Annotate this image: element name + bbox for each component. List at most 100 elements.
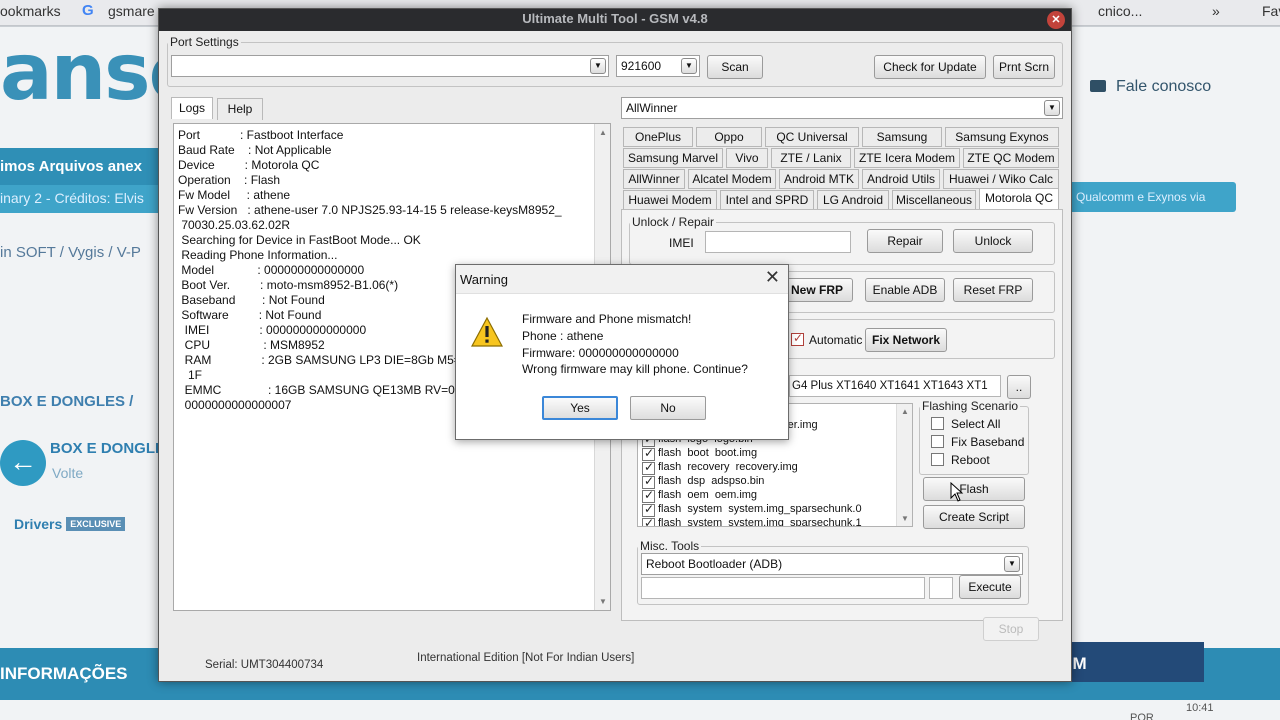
edition-status: International Edition [Not For Indian Us… [417, 652, 635, 664]
tab-huawei-modem[interactable]: Huawei Modem [623, 190, 717, 210]
log-line: EMMC : 16GB SAMSUNG QE13MB RV=08 F [178, 383, 473, 397]
tab-miscellaneous[interactable]: Miscellaneous [892, 190, 976, 210]
tab-alcatel-modem[interactable]: Alcatel Modem [688, 169, 776, 189]
bookmark-favorites[interactable]: Fav [1262, 3, 1280, 19]
print-screen-button[interactable]: Prnt Scrn [993, 55, 1055, 79]
tab-android-mtk[interactable]: Android MTK [779, 169, 859, 189]
window-close-button[interactable]: ✕ [1047, 11, 1065, 29]
check-update-button[interactable]: Check for Update [874, 55, 986, 79]
tab-zte-lanix[interactable]: ZTE / Lanix [771, 148, 851, 168]
tab-samsung[interactable]: Samsung [862, 127, 942, 147]
scan-button[interactable]: Scan [707, 55, 763, 79]
new-frp-button[interactable]: New FRP [781, 278, 853, 302]
flash-list-scrollbar[interactable]: ▲ ▼ [896, 404, 912, 526]
dialog-message-line: Phone : athene [522, 329, 604, 343]
automatic-checkbox[interactable] [791, 331, 804, 346]
tab-intel-sprd[interactable]: Intel and SPRD [720, 190, 814, 210]
imei-input[interactable] [705, 231, 851, 253]
bookmarks-overflow-icon[interactable]: » [1212, 3, 1220, 19]
tab-samsung-exynos[interactable]: Samsung Exynos [945, 127, 1059, 147]
news-ticker-right[interactable]: Qualcomm e Exynos via [1066, 182, 1236, 212]
box-dongles-menu[interactable]: BOX E DONGLES / [0, 393, 133, 410]
repair-button[interactable]: Repair [867, 229, 943, 253]
tab-help[interactable]: Help [217, 98, 263, 120]
fix-baseband-label: Fix Baseband [951, 435, 1025, 449]
scroll-up-icon[interactable]: ▲ [901, 407, 909, 416]
yes-button[interactable]: Yes [542, 396, 618, 420]
tab-huawei-wiko-calc[interactable]: Huawei / Wiko Calc [943, 169, 1059, 189]
tab-lg-android[interactable]: LG Android [817, 190, 889, 210]
flash-item: flash system system.img_sparsechunk.1 [658, 517, 862, 527]
execute-button[interactable]: Execute [959, 575, 1021, 599]
section-title: BOX E DONGLES [50, 440, 176, 457]
misc-selected-value: Reboot Bootloader (ADB) [646, 557, 783, 571]
tab-oneplus[interactable]: OnePlus [623, 127, 693, 147]
reset-frp-button[interactable]: Reset FRP [953, 278, 1033, 302]
port-settings-legend: Port Settings [170, 35, 239, 49]
enable-adb-button[interactable]: Enable ADB [865, 278, 945, 302]
log-line: Fw Version : athene-user 7.0 NPJS25.93-1… [178, 203, 562, 217]
chevron-down-icon: ▼ [681, 58, 697, 74]
bookmarks-label[interactable]: ookmarks [0, 3, 61, 19]
log-line: RAM : 2GB SAMSUNG LP3 DIE=8Gb M5= [178, 353, 461, 367]
tab-vivo[interactable]: Vivo [726, 148, 768, 168]
unlock-button[interactable]: Unlock [953, 229, 1033, 253]
create-script-button[interactable]: Create Script [923, 505, 1025, 529]
misc-param-input[interactable] [641, 577, 925, 599]
stop-button[interactable]: Stop [983, 617, 1039, 641]
flash-item: flash system system.img_sparsechunk.0 [658, 503, 862, 515]
reboot-checkbox[interactable] [931, 453, 944, 466]
platform-value: AllWinner [626, 101, 678, 115]
scroll-down-icon[interactable]: ▼ [901, 514, 909, 523]
volte-link[interactable]: Volte [52, 465, 83, 481]
drivers-link[interactable]: Drivers EXCLUSIVE [14, 516, 126, 532]
log-line: Searching for Device in FastBoot Mode...… [178, 233, 421, 247]
platform-select[interactable]: AllWinner ▼ [621, 97, 1063, 119]
breadcrumb[interactable]: in SOFT / Vygis / V-P [0, 244, 141, 261]
baud-select[interactable]: 921600 ▼ [616, 55, 700, 77]
port-select[interactable]: ▼ [171, 55, 609, 77]
tab-logs[interactable]: Logs [171, 97, 213, 119]
fix-network-button[interactable]: Fix Network [865, 328, 947, 352]
bookmark-tecnico[interactable]: cnico... [1098, 3, 1142, 19]
flash-button[interactable]: Flash [923, 477, 1025, 501]
latest-files-band: imos Arquivos anex [0, 148, 180, 186]
language-indicator[interactable]: POR [1130, 712, 1154, 720]
tab-samsung-marvel[interactable]: Samsung Marvel [623, 148, 723, 168]
misc-tools-legend: Misc. Tools [640, 539, 700, 553]
tab-oppo[interactable]: Oppo [696, 127, 762, 147]
dialog-close-button[interactable]: ✕ [765, 267, 780, 288]
tab-motorola-qc[interactable]: Motorola QC [979, 188, 1059, 210]
bookmark-gsmarena[interactable]: gsmare [108, 3, 155, 19]
clock[interactable]: 10:41 [1186, 702, 1214, 714]
tab-qc-universal[interactable]: QC Universal [765, 127, 859, 147]
tab-android-utils[interactable]: Android Utils [862, 169, 940, 189]
news-ticker[interactable]: inary 2 - Créditos: Elvis [0, 185, 180, 213]
misc-tools-select[interactable]: Reboot Bootloader (ADB) ▼ [641, 553, 1023, 575]
tab-zte-icera[interactable]: ZTE Icera Modem [854, 148, 960, 168]
log-line: 1F [178, 368, 203, 382]
scroll-up-icon[interactable]: ▲ [599, 128, 607, 137]
firmware-model-field[interactable]: G4 Plus XT1640 XT1641 XT1643 XT1 [789, 375, 1001, 397]
dialog-title: Warning [460, 272, 508, 287]
flash-item-checkbox[interactable] [642, 516, 655, 526]
dialog-message-line: Firmware: 000000000000000 [522, 346, 679, 360]
serial-status: Serial: UMT304400734 [205, 659, 324, 671]
tab-zte-qc-modem[interactable]: ZTE QC Modem [963, 148, 1059, 168]
misc-option-box[interactable] [929, 577, 953, 599]
window-titlebar[interactable]: Ultimate Multi Tool - GSM v4.8 ✕ [159, 9, 1071, 31]
log-line: Boot Ver. : moto-msm8952-B1.06(*) [178, 278, 399, 292]
reboot-label: Reboot [951, 453, 990, 467]
no-button[interactable]: No [630, 396, 706, 420]
flash-item: flash boot boot.img [658, 447, 758, 459]
tab-allwinner[interactable]: AllWinner [623, 169, 685, 189]
select-all-checkbox[interactable] [931, 417, 944, 430]
log-line: IMEI : 000000000000000 [178, 323, 367, 337]
contact-link[interactable]: Fale conosco [1090, 78, 1211, 96]
warning-icon [470, 316, 504, 347]
drivers-label: Drivers [14, 516, 63, 532]
scroll-down-icon[interactable]: ▼ [599, 597, 607, 606]
fix-baseband-checkbox[interactable] [931, 435, 944, 448]
browse-button[interactable]: .. [1007, 375, 1031, 399]
back-arrow-icon[interactable]: ← [0, 440, 46, 486]
